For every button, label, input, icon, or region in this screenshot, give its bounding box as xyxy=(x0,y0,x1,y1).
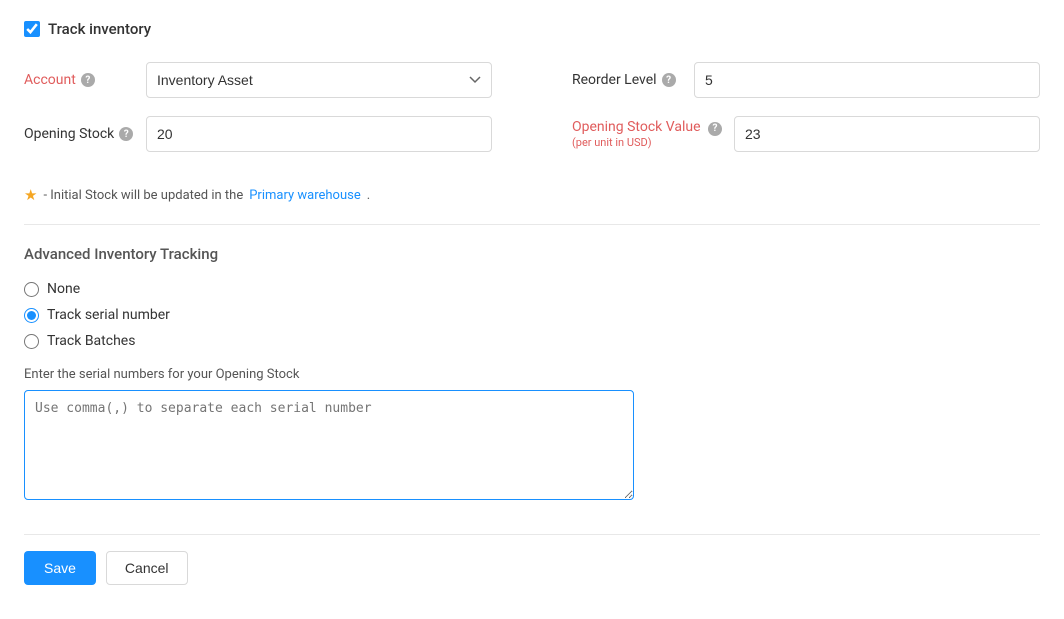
serial-numbers-textarea[interactable] xyxy=(24,390,634,500)
opening-stock-value-input[interactable] xyxy=(734,116,1040,152)
radio-none[interactable]: None xyxy=(24,281,1040,297)
opening-stock-input[interactable] xyxy=(146,116,492,152)
track-inventory-row: Track inventory xyxy=(24,20,1040,38)
radio-group: None Track serial number Track Batches xyxy=(24,281,1040,349)
actions-row: Save Cancel xyxy=(24,551,1040,585)
divider-1 xyxy=(24,224,1040,225)
right-column: Reorder Level ? Opening Stock Value ? (p… xyxy=(572,62,1040,170)
advanced-section-title: Advanced Inventory Tracking xyxy=(24,245,1040,263)
main-form-grid: Account ? Inventory Asset Opening Stock … xyxy=(24,62,1040,170)
serial-numbers-label: Enter the serial numbers for your Openin… xyxy=(24,367,1040,382)
opening-stock-row: Opening Stock ? xyxy=(24,116,492,152)
divider-2 xyxy=(24,534,1040,535)
opening-stock-help-icon[interactable]: ? xyxy=(119,127,133,141)
primary-warehouse-link[interactable]: Primary warehouse xyxy=(249,188,361,203)
advanced-section: Advanced Inventory Tracking None Track s… xyxy=(24,245,1040,504)
left-column: Account ? Inventory Asset Opening Stock … xyxy=(24,62,492,170)
reorder-level-label: Reorder Level ? xyxy=(572,72,682,88)
radio-batches[interactable]: Track Batches xyxy=(24,333,1040,349)
reorder-level-input[interactable] xyxy=(694,62,1040,98)
reorder-level-help-icon[interactable]: ? xyxy=(662,73,676,87)
cancel-button[interactable]: Cancel xyxy=(106,551,188,585)
save-button[interactable]: Save xyxy=(24,551,96,585)
opening-stock-label: Opening Stock ? xyxy=(24,126,134,142)
star-icon: ★ xyxy=(24,186,37,204)
opening-stock-value-help-icon[interactable]: ? xyxy=(708,122,722,136)
radio-serial-label: Track serial number xyxy=(47,307,170,323)
opening-stock-value-row: Opening Stock Value ? (per unit in USD) xyxy=(572,116,1040,152)
account-select[interactable]: Inventory Asset xyxy=(146,62,492,98)
account-label: Account ? xyxy=(24,72,134,88)
track-inventory-label: Track inventory xyxy=(48,20,151,38)
account-row: Account ? Inventory Asset xyxy=(24,62,492,98)
note-text-after: . xyxy=(367,188,370,203)
radio-serial-input[interactable] xyxy=(24,308,39,323)
radio-serial[interactable]: Track serial number xyxy=(24,307,1040,323)
opening-stock-value-sub-label: (per unit in USD) xyxy=(572,136,722,149)
account-help-icon[interactable]: ? xyxy=(81,73,95,87)
radio-batches-label: Track Batches xyxy=(47,333,135,349)
opening-stock-value-main-label: Opening Stock Value ? xyxy=(572,119,722,136)
note-text: - Initial Stock will be updated in the xyxy=(43,188,243,203)
reorder-level-row: Reorder Level ? xyxy=(572,62,1040,98)
radio-none-label: None xyxy=(47,281,80,297)
radio-none-input[interactable] xyxy=(24,282,39,297)
track-inventory-checkbox[interactable] xyxy=(24,21,40,37)
radio-batches-input[interactable] xyxy=(24,334,39,349)
opening-stock-value-label-wrap: Opening Stock Value ? (per unit in USD) xyxy=(572,119,722,149)
star-note: ★ - Initial Stock will be updated in the… xyxy=(24,186,1040,204)
